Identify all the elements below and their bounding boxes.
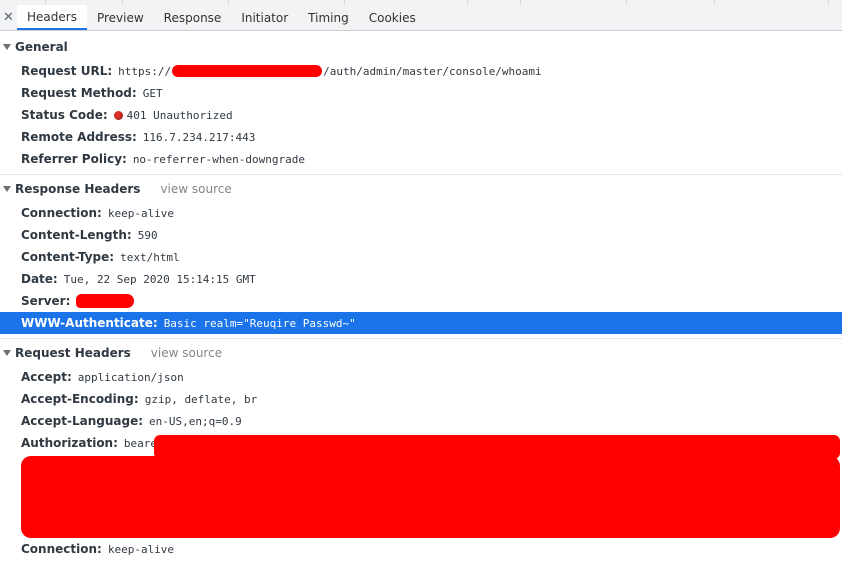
- details-tab-bar: ✕ Headers Preview Response Initiator Tim…: [0, 5, 842, 31]
- expand-triangle-icon: [3, 350, 11, 356]
- close-icon[interactable]: ✕: [0, 5, 17, 30]
- header-key: Date:: [21, 272, 58, 286]
- header-key: Accept-Encoding:: [21, 392, 139, 406]
- header-value: text/html: [120, 250, 180, 264]
- header-value: Tue, 22 Sep 2020 15:14:15 GMT: [63, 272, 256, 286]
- header-key: Connection:: [21, 206, 102, 220]
- remote-address-row[interactable]: Remote Address: 116.7.234.217:443: [0, 126, 842, 148]
- status-code-key: Status Code:: [21, 108, 108, 122]
- header-key: Connection:: [21, 542, 102, 556]
- referrer-policy-value: no-referrer-when-downgrade: [132, 152, 305, 166]
- request-method-key: Request Method:: [21, 86, 137, 100]
- tab-timing[interactable]: Timing: [298, 5, 359, 30]
- request-url-suffix: /auth/admin/master/console/whoami: [323, 64, 542, 78]
- header-value: gzip, deflate, br: [144, 392, 258, 406]
- tab-headers[interactable]: Headers: [17, 5, 87, 30]
- header-key: Accept:: [21, 370, 72, 384]
- request-method-row[interactable]: Request Method: GET: [0, 82, 842, 104]
- request-method-value: GET: [142, 86, 163, 100]
- tab-cookies[interactable]: Cookies: [359, 5, 426, 30]
- request-header-row[interactable]: Accept-Language: en-US,en;q=0.9: [0, 410, 842, 432]
- redacted-server-value: [76, 294, 135, 308]
- header-key: Content-Length:: [21, 228, 132, 242]
- status-error-icon: [113, 110, 123, 120]
- expand-triangle-icon: [3, 186, 11, 192]
- redacted-token-block: [21, 456, 840, 538]
- request-url-prefix: https://: [118, 64, 172, 78]
- header-value: en-US,en;q=0.9: [149, 414, 242, 428]
- response-header-row-selected[interactable]: WWW-Authenticate: Basic realm="Reuqire P…: [0, 312, 842, 334]
- tab-response[interactable]: Response: [154, 5, 232, 30]
- response-header-row[interactable]: Connection: keep-alive: [0, 202, 842, 224]
- response-header-row[interactable]: Server:: [0, 290, 842, 312]
- header-key: Authorization:: [21, 436, 118, 450]
- request-url-key: Request URL:: [21, 64, 113, 78]
- general-title: General: [15, 40, 68, 54]
- remote-address-key: Remote Address:: [21, 130, 137, 144]
- header-value: application/json: [77, 370, 184, 384]
- section-divider: [0, 174, 842, 175]
- request-header-row[interactable]: Accept-Encoding: gzip, deflate, br: [0, 388, 842, 410]
- remote-address-value: 116.7.234.217:443: [142, 130, 256, 144]
- header-key: Accept-Language:: [21, 414, 144, 428]
- tab-initiator[interactable]: Initiator: [231, 5, 298, 30]
- request-header-row[interactable]: Connection: keep-alive: [0, 538, 842, 560]
- request-headers-title: Request Headers: [15, 346, 131, 360]
- referrer-policy-key: Referrer Policy:: [21, 152, 127, 166]
- header-value: Basic realm="Reuqire Passwd~": [163, 316, 356, 330]
- request-headers-section-header[interactable]: Request Headers view source: [0, 342, 842, 364]
- response-header-row[interactable]: Content-Type: text/html: [0, 246, 842, 268]
- header-key: Content-Type:: [21, 250, 115, 264]
- header-value: keep-alive: [107, 542, 175, 556]
- header-key: Server:: [21, 294, 71, 308]
- referrer-policy-row[interactable]: Referrer Policy: no-referrer-when-downgr…: [0, 148, 842, 170]
- tab-preview[interactable]: Preview: [87, 5, 154, 30]
- header-value: 590: [137, 228, 158, 242]
- status-code-row[interactable]: Status Code: 401 Unauthorized: [0, 104, 842, 126]
- response-header-row[interactable]: Date: Tue, 22 Sep 2020 15:14:15 GMT: [0, 268, 842, 290]
- response-view-source-link[interactable]: view source: [160, 182, 231, 196]
- section-divider: [0, 338, 842, 339]
- header-key: WWW-Authenticate:: [21, 316, 158, 330]
- request-url-row[interactable]: Request URL: https:// /auth/admin/master…: [0, 60, 842, 82]
- request-header-row[interactable]: Accept: application/json: [0, 366, 842, 388]
- response-headers-section-header[interactable]: Response Headers view source: [0, 178, 842, 200]
- response-header-row[interactable]: Content-Length: 590: [0, 224, 842, 246]
- response-headers-title: Response Headers: [15, 182, 141, 196]
- expand-triangle-icon: [3, 44, 11, 50]
- status-code-value: 401 Unauthorized: [126, 108, 233, 122]
- redacted-host: [172, 65, 323, 77]
- general-section-header[interactable]: General: [0, 36, 842, 58]
- header-value: keep-alive: [107, 206, 175, 220]
- request-view-source-link[interactable]: view source: [151, 346, 222, 360]
